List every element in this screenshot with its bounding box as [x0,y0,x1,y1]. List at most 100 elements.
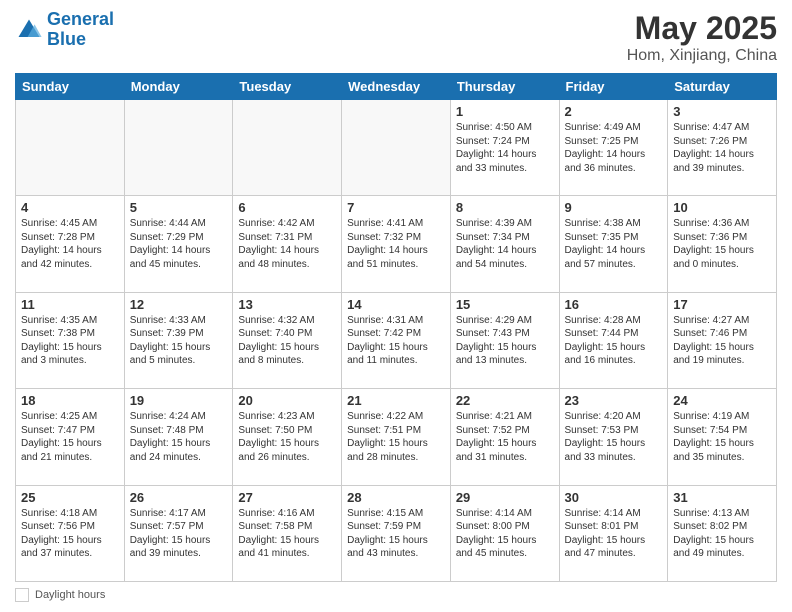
calendar-cell: 29Sunrise: 4:14 AM Sunset: 8:00 PM Dayli… [450,485,559,581]
calendar-cell: 22 Sunrise: 4:21 AM Sunset: 7:52 PM Dayli… [450,389,559,485]
day-number: 9 [565,200,663,215]
day-number: 3 [673,104,771,119]
weekday-header-row: SundayMondayTuesdayWednesdayThursdayFrid… [16,74,777,100]
calendar-cell: 1 Sunrise: 4:50 AM Sunset: 7:24 PM Daylig… [450,100,559,196]
day-info: Sunrise: 4:13 AM Sunset: 8:02 PM Dayligh… [673,507,771,561]
day-info: Sunrise: 4:31 AM Sunset: 7:42 PM Dayligh… [347,314,445,368]
day-number: 10 [673,200,771,215]
day-number: 12 [130,297,228,312]
calendar-cell: 26 Sunrise: 4:17 AM Sunset: 7:57 PM Dayli… [124,485,233,581]
day-number: 23 [565,393,663,408]
logo: General Blue [15,10,114,50]
day-info: Sunrise: 4:14 AM Sunset: 8:00 PM Dayligh… [456,507,554,561]
day-info: Sunrise: 4:27 AM Sunset: 7:46 PM Dayligh… [673,314,771,368]
week-row-4: 25 Sunrise: 4:18 AM Sunset: 7:56 PM Dayli… [16,485,777,581]
calendar-cell: 19Sunrise: 4:24 AM Sunset: 7:48 PM Dayli… [124,389,233,485]
day-number: 11 [21,297,119,312]
day-info: Sunrise: 4:22 AM Sunset: 7:51 PM Dayligh… [347,410,445,464]
logo-icon [15,16,43,44]
calendar-body: 1 Sunrise: 4:50 AM Sunset: 7:24 PM Daylig… [16,100,777,582]
day-number: 16 [565,297,663,312]
day-info: Sunrise: 4:16 AM Sunset: 7:58 PM Dayligh… [238,507,336,561]
day-number: 31 [673,490,771,505]
weekday-monday: Monday [124,74,233,100]
day-info: Sunrise: 4:18 AM Sunset: 7:56 PM Dayligh… [21,507,119,561]
day-number: 19 [130,393,228,408]
calendar-cell: 11 Sunrise: 4:35 AM Sunset: 7:38 PM Dayli… [16,292,125,388]
calendar-cell: 6 Sunrise: 4:42 AM Sunset: 7:31 PM Daylig… [233,196,342,292]
day-info: Sunrise: 4:50 AM Sunset: 7:24 PM Dayligh… [456,121,554,175]
day-info: Sunrise: 4:44 AM Sunset: 7:29 PM Dayligh… [130,217,228,271]
day-number: 25 [21,490,119,505]
calendar-cell: 4Sunrise: 4:45 AM Sunset: 7:28 PM Daylig… [16,196,125,292]
day-number: 27 [238,490,336,505]
subtitle: Hom, Xinjiang, China [627,47,777,65]
title-block: May 2025 Hom, Xinjiang, China [627,10,777,65]
calendar-cell: 10 Sunrise: 4:36 AM Sunset: 7:36 PM Dayli… [668,196,777,292]
day-number: 15 [456,297,554,312]
calendar-cell: 28Sunrise: 4:15 AM Sunset: 7:59 PM Dayli… [342,485,451,581]
day-number: 7 [347,200,445,215]
day-info: Sunrise: 4:17 AM Sunset: 7:57 PM Dayligh… [130,507,228,561]
day-number: 13 [238,297,336,312]
weekday-thursday: Thursday [450,74,559,100]
main-title: May 2025 [627,10,777,47]
day-info: Sunrise: 4:15 AM Sunset: 7:59 PM Dayligh… [347,507,445,561]
calendar-cell: 15Sunrise: 4:29 AM Sunset: 7:43 PM Dayli… [450,292,559,388]
day-number: 30 [565,490,663,505]
day-info: Sunrise: 4:42 AM Sunset: 7:31 PM Dayligh… [238,217,336,271]
day-info: Sunrise: 4:33 AM Sunset: 7:39 PM Dayligh… [130,314,228,368]
day-number: 20 [238,393,336,408]
calendar-cell: 27 Sunrise: 4:16 AM Sunset: 7:58 PM Dayli… [233,485,342,581]
day-info: Sunrise: 4:39 AM Sunset: 7:34 PM Dayligh… [456,217,554,271]
day-number: 17 [673,297,771,312]
daylight-label: Daylight hours [35,589,105,601]
weekday-wednesday: Wednesday [342,74,451,100]
calendar-cell [16,100,125,196]
daylight-box [15,588,29,602]
calendar-cell: 2Sunrise: 4:49 AM Sunset: 7:25 PM Daylig… [559,100,668,196]
day-number: 5 [130,200,228,215]
calendar-cell: 21 Sunrise: 4:22 AM Sunset: 7:51 PM Dayli… [342,389,451,485]
day-number: 8 [456,200,554,215]
day-info: Sunrise: 4:14 AM Sunset: 8:01 PM Dayligh… [565,507,663,561]
day-info: Sunrise: 4:36 AM Sunset: 7:36 PM Dayligh… [673,217,771,271]
day-info: Sunrise: 4:23 AM Sunset: 7:50 PM Dayligh… [238,410,336,464]
calendar-cell: 5 Sunrise: 4:44 AM Sunset: 7:29 PM Daylig… [124,196,233,292]
calendar-cell: 14Sunrise: 4:31 AM Sunset: 7:42 PM Dayli… [342,292,451,388]
day-info: Sunrise: 4:32 AM Sunset: 7:40 PM Dayligh… [238,314,336,368]
weekday-saturday: Saturday [668,74,777,100]
calendar-cell [342,100,451,196]
day-info: Sunrise: 4:25 AM Sunset: 7:47 PM Dayligh… [21,410,119,464]
calendar-cell: 7 Sunrise: 4:41 AM Sunset: 7:32 PM Daylig… [342,196,451,292]
calendar-cell: 31 Sunrise: 4:13 AM Sunset: 8:02 PM Dayli… [668,485,777,581]
calendar-cell: 16Sunrise: 4:28 AM Sunset: 7:44 PM Dayli… [559,292,668,388]
calendar-cell: 18 Sunrise: 4:25 AM Sunset: 7:47 PM Dayli… [16,389,125,485]
calendar-cell: 12 Sunrise: 4:33 AM Sunset: 7:39 PM Dayli… [124,292,233,388]
calendar-cell: 30 Sunrise: 4:14 AM Sunset: 8:01 PM Dayli… [559,485,668,581]
calendar-cell: 13 Sunrise: 4:32 AM Sunset: 7:40 PM Dayli… [233,292,342,388]
day-number: 18 [21,393,119,408]
day-info: Sunrise: 4:49 AM Sunset: 7:25 PM Dayligh… [565,121,663,175]
day-info: Sunrise: 4:19 AM Sunset: 7:54 PM Dayligh… [673,410,771,464]
day-number: 22 [456,393,554,408]
calendar-cell [233,100,342,196]
calendar-cell: 20 Sunrise: 4:23 AM Sunset: 7:50 PM Dayli… [233,389,342,485]
week-row-1: 4Sunrise: 4:45 AM Sunset: 7:28 PM Daylig… [16,196,777,292]
day-info: Sunrise: 4:21 AM Sunset: 7:52 PM Dayligh… [456,410,554,464]
calendar-cell: 9Sunrise: 4:38 AM Sunset: 7:35 PM Daylig… [559,196,668,292]
page: General Blue May 2025 Hom, Xinjiang, Chi… [0,0,792,612]
calendar-cell: 3Sunrise: 4:47 AM Sunset: 7:26 PM Daylig… [668,100,777,196]
day-info: Sunrise: 4:20 AM Sunset: 7:53 PM Dayligh… [565,410,663,464]
day-number: 6 [238,200,336,215]
day-info: Sunrise: 4:35 AM Sunset: 7:38 PM Dayligh… [21,314,119,368]
week-row-2: 11 Sunrise: 4:35 AM Sunset: 7:38 PM Dayli… [16,292,777,388]
day-number: 1 [456,104,554,119]
calendar-cell: 8 Sunrise: 4:39 AM Sunset: 7:34 PM Daylig… [450,196,559,292]
weekday-sunday: Sunday [16,74,125,100]
day-number: 21 [347,393,445,408]
day-info: Sunrise: 4:41 AM Sunset: 7:32 PM Dayligh… [347,217,445,271]
day-number: 26 [130,490,228,505]
footer: Daylight hours [15,588,777,602]
day-number: 24 [673,393,771,408]
